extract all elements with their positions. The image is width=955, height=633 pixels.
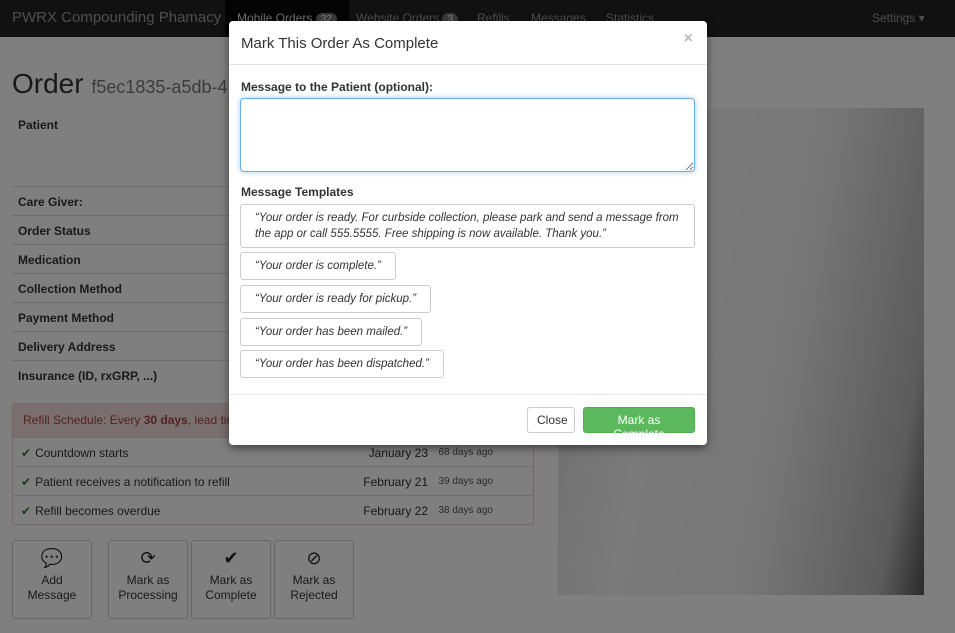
complete-order-modal: Mark This Order As Complete × Message to… (229, 21, 707, 445)
templates-label: Message Templates (241, 185, 354, 199)
modal-footer-divider (229, 394, 707, 395)
template-option[interactable]: “Your order has been mailed.” (240, 318, 423, 346)
message-input[interactable] (240, 98, 695, 172)
template-option[interactable]: “Your order has been dispatched.” (240, 350, 444, 378)
template-option[interactable]: “Your order is ready for pickup.” (240, 285, 432, 313)
message-label: Message to the Patient (optional): (241, 80, 434, 94)
template-option[interactable]: “Your order is complete.” (240, 252, 396, 280)
modal-title: Mark This Order As Complete (229, 21, 707, 65)
mark-as-complete-button[interactable]: Mark as Complete (583, 407, 695, 441)
close-button[interactable]: Close (527, 407, 575, 433)
template-option[interactable]: “Your order is ready. For curbside colle… (240, 204, 695, 248)
close-icon[interactable]: × (684, 30, 693, 48)
